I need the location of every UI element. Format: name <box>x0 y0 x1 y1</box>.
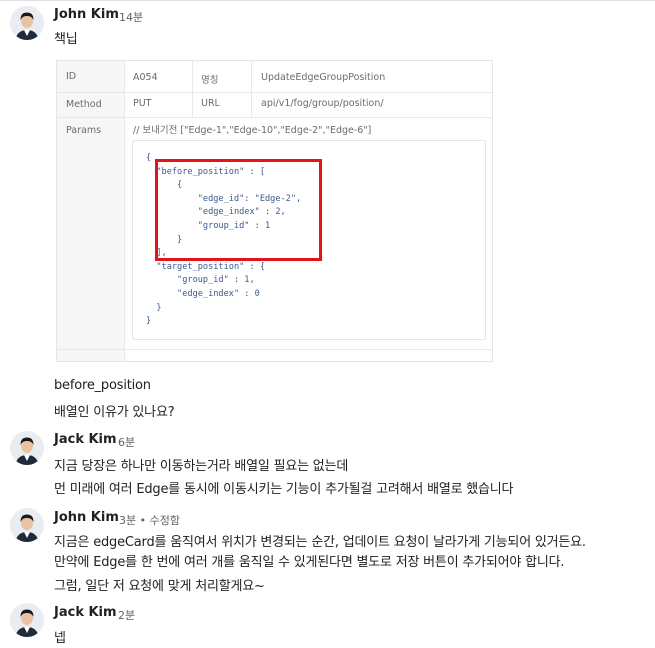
user-avatar-icon <box>10 431 44 465</box>
message-text: 넵 <box>54 631 66 646</box>
message-author[interactable]: John Kim <box>54 7 119 22</box>
method-value: PUT <box>133 98 152 109</box>
row-divider <box>57 92 492 93</box>
params-comment: // 보내기전 ["Edge-1","Edge-10","Edge-2","Ed… <box>133 125 372 136</box>
message-author[interactable]: Jack Kim <box>54 605 117 620</box>
message-text: 책닙 <box>54 32 78 47</box>
code-line: } <box>146 302 162 313</box>
user-avatar-icon <box>10 508 44 542</box>
top-divider <box>0 0 655 1</box>
code-line: "edge_index" : 0 <box>146 289 260 299</box>
column-divider <box>251 61 252 117</box>
message-author[interactable]: Jack Kim <box>54 432 117 447</box>
user-avatar-icon <box>10 6 44 40</box>
code-line: "target_position" : { <box>146 261 265 272</box>
message-text: 배열인 이유가 있나요? <box>54 405 175 420</box>
message-text: before_position <box>54 378 151 393</box>
message-author[interactable]: John Kim <box>54 510 119 525</box>
url-value: api/v1/fog/group/position/ <box>261 98 384 109</box>
code-line: "group_id" : 1, <box>146 275 255 286</box>
id-label: ID <box>57 61 124 92</box>
code-line: } <box>146 316 152 327</box>
avatar[interactable] <box>10 431 44 465</box>
row-divider <box>57 349 492 350</box>
column-divider <box>124 61 125 361</box>
avatar[interactable] <box>10 603 44 637</box>
message-time: 14분 <box>119 11 144 24</box>
message-time: 2분 <box>118 609 136 622</box>
message-text: 그럼, 일단 저 요청에 맞게 처리할게요~ <box>54 579 265 594</box>
row-divider <box>57 117 492 118</box>
params-label: Params <box>57 117 124 361</box>
api-spec-image[interactable]: ID Method Params A054 명칭 UpdateEdgeGroup… <box>56 60 493 362</box>
message-text: 만약에 Edge를 한 번에 여러 개를 움직일 수 있게된다면 별도로 저장 … <box>54 555 565 570</box>
message-text: 먼 미래에 여러 Edge를 동시에 이동시키는 기능이 추가될걸 고려해서 배… <box>54 482 514 497</box>
url-label: URL <box>201 98 220 109</box>
message-text: 지금은 edgeCard를 움직여서 위치가 변경되는 순간, 업데이트 요청이… <box>54 535 586 550</box>
code-line: { <box>146 153 152 163</box>
id-value: A054 <box>133 72 158 83</box>
avatar[interactable] <box>10 508 44 542</box>
name-value: UpdateEdgeGroupPosition <box>261 72 386 83</box>
user-avatar-icon <box>10 603 44 637</box>
message-time: 6분 <box>118 436 136 449</box>
column-divider <box>192 61 193 117</box>
avatar[interactable] <box>10 6 44 40</box>
highlight-box <box>155 159 322 261</box>
name-label: 명칭 <box>201 75 219 86</box>
message-text: 지금 당장은 하나만 이동하는거라 배열일 필요는 없는데 <box>54 459 349 474</box>
method-label: Method <box>57 92 124 117</box>
message-time: 3분 • 수정함 <box>119 514 180 527</box>
